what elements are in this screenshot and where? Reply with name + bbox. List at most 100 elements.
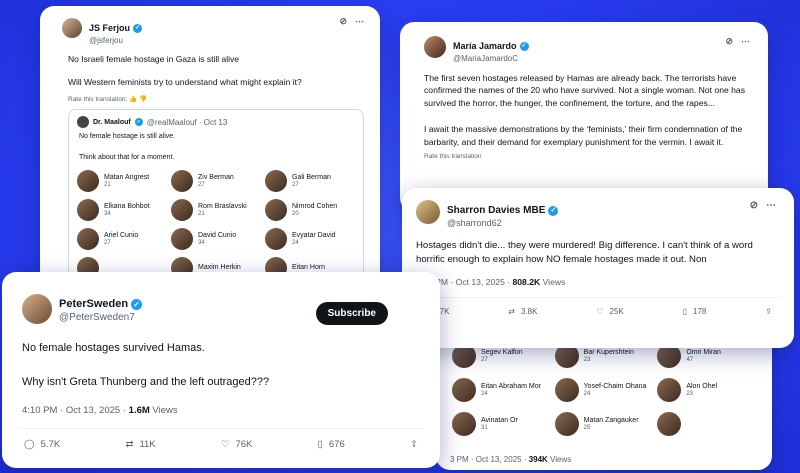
more-icon[interactable]: ⋯: [766, 200, 776, 211]
hostage-name: Maxim Herkin: [198, 263, 241, 271]
hostage-entry: Avinatan Or 31: [452, 412, 555, 436]
hostage-age: 23: [583, 357, 591, 364]
tweet-meta: 4:10 PM · Oct 13, 2025 · 1.6M Views: [2, 391, 440, 416]
hostage-entry: [657, 412, 760, 436]
hostage-name: Evyatar David: [292, 231, 336, 239]
hostage-age: 27: [292, 181, 299, 188]
grok-icon[interactable]: ⊘: [750, 200, 758, 211]
subscribe-button[interactable]: Subscribe: [315, 302, 388, 325]
bookmark-icon: ▯: [317, 439, 323, 451]
hostage-name: Matan Zangauker: [583, 416, 639, 424]
tweet-meta: 3 PM · Oct 13, 2025 · 394K Views: [450, 455, 571, 464]
hostage-name: Rom Braslavski: [198, 202, 247, 210]
hostage-photo: [77, 198, 99, 221]
heart-icon: ♡: [220, 439, 230, 451]
tweet-card-petersweden[interactable]: PeterSweden ✓ @PeterSweden7 Subscribe No …: [2, 272, 440, 468]
hostage-photo: [265, 169, 287, 192]
avatar[interactable]: [62, 18, 82, 38]
tweet-meta: 7:23 PM · Oct 13, 2025 · 808.2K Views: [402, 267, 794, 287]
hostage-photo: [657, 412, 682, 436]
handle[interactable]: @MariaJamardoC: [453, 54, 529, 63]
grok-icon[interactable]: ⊘: [339, 16, 347, 27]
rate-translation[interactable]: Rate this translation: [400, 149, 768, 160]
handle[interactable]: @PeterSweden7: [59, 312, 142, 324]
tweet-top-actions: ⊘ ⋯: [750, 200, 776, 211]
repost-icon: ⇄: [508, 306, 515, 316]
more-icon[interactable]: ⋯: [741, 36, 750, 47]
bookmark-count: 178: [693, 306, 707, 316]
display-name[interactable]: PeterSweden: [59, 298, 128, 311]
rate-translation[interactable]: Rate this translation: 👍 👎: [40, 89, 380, 103]
tweet-card-ferjou[interactable]: JS Ferjou ✓ @jsferjou ⊘ ⋯ No Israeli fema…: [40, 6, 380, 296]
verified-icon: ✓: [548, 205, 559, 216]
hostage-name: Alon Ohel: [686, 382, 718, 390]
tweet-top-actions: ⊘ ⋯: [725, 36, 750, 47]
view-count: 808.2K: [512, 276, 541, 287]
handle[interactable]: @sharrond62: [447, 218, 558, 228]
bookmark-button[interactable]: ▯ 178: [683, 307, 707, 316]
quote-display-name: Dr. Maalouf: [93, 118, 131, 126]
share-button[interactable]: ⇪: [765, 307, 772, 316]
share-icon: ⇪: [765, 306, 772, 316]
like-button[interactable]: ♡ 25K: [596, 307, 623, 316]
hostage-photo: [171, 169, 193, 192]
hostage-name: Yosef-Chaim Ohana: [583, 382, 647, 390]
verified-icon: ✓: [133, 23, 143, 33]
quote-handle: @realMaalouf · Oct 13: [146, 117, 228, 127]
hostage-entry: Ziv Berman 27: [171, 169, 261, 192]
hostage-name: Eitan Horn: [292, 263, 326, 271]
heart-icon: ♡: [596, 306, 604, 316]
hostage-photo: [171, 227, 193, 250]
avatar[interactable]: [424, 36, 446, 58]
repost-button[interactable]: ⇄ 3.8K: [508, 307, 537, 316]
tweet-card-hostage-grid[interactable]: Segev Kalfon 27 Bar Kupershtein 23 Omri Mira…: [436, 330, 772, 470]
hostage-entry: Gali Berman 27: [265, 169, 355, 192]
hostage-age: 24: [583, 391, 591, 398]
more-icon[interactable]: ⋯: [355, 16, 364, 27]
hostage-photo: [171, 198, 193, 221]
hostage-grid: Matan Angrest 21 Ziv Berman 27 Gali Berman 27…: [77, 169, 355, 279]
hostage-entry: Alon Ohel 23: [657, 378, 760, 402]
avatar[interactable]: [22, 294, 52, 324]
like-button[interactable]: ♡ 76K: [221, 439, 252, 450]
share-button[interactable]: ⇪: [410, 439, 418, 450]
like-count: 76K: [235, 439, 253, 451]
quoted-tweet[interactable]: Dr. Maalouf ✓ @realMaalouf · Oct 13 No f…: [68, 109, 364, 288]
display-name[interactable]: Sharron Davies MBE: [447, 205, 545, 217]
tweet-text: The first seven hostages released by Ham…: [424, 72, 746, 148]
tweet-header: Sharron Davies MBE ✓ @sharrond62: [402, 188, 794, 229]
verified-icon: ✓: [134, 118, 143, 127]
tweet-actions: ◯3.7K ⇄3.8K ♡25K ▯178 ⇪: [402, 298, 794, 316]
share-icon: ⇪: [410, 439, 418, 451]
repost-icon: ⇄: [125, 439, 134, 451]
hostage-age: 47: [686, 357, 694, 364]
repost-count: 3.8K: [521, 306, 538, 316]
hostage-entry: Rom Braslavski 21: [171, 198, 261, 221]
hostage-photo: [554, 378, 579, 402]
display-name[interactable]: María Jamardo: [453, 41, 517, 51]
avatar[interactable]: [416, 200, 440, 224]
handle[interactable]: @jsferjou: [89, 36, 142, 45]
bookmark-button[interactable]: ▯ 676: [318, 439, 345, 450]
repost-button[interactable]: ⇄ 11K: [125, 439, 155, 450]
hostage-entry: David Cunio 34: [171, 227, 261, 250]
tweet-top-actions: ⊘ ⋯: [339, 16, 364, 27]
tweet-time: 3 PM · Oct 13, 2025 ·: [450, 455, 529, 464]
hostage-age: 24: [292, 239, 299, 246]
tweet-time: 4:10 PM · Oct 13, 2025 ·: [22, 405, 129, 417]
repost-count: 11K: [139, 439, 156, 451]
tweet-card-davies[interactable]: Sharron Davies MBE ✓ @sharrond62 ⊘ ⋯ Host…: [402, 188, 794, 348]
hostage-photo: [265, 198, 287, 221]
hostage-name: Ariel Cunio: [104, 231, 139, 239]
tweet-text: No female hostages survived Hamas. Why i…: [22, 342, 270, 389]
reply-icon: ◯: [24, 439, 35, 451]
hostage-photo: [452, 378, 476, 402]
views-label: Views: [149, 405, 178, 417]
reply-button[interactable]: ◯ 5.7K: [24, 439, 60, 450]
grok-icon[interactable]: ⊘: [725, 36, 733, 47]
tweet-card-jamardo[interactable]: María Jamardo ✓ @MariaJamardoC ⊘ ⋯ The fi…: [400, 22, 768, 212]
display-name[interactable]: JS Ferjou: [89, 23, 130, 33]
hostage-age: 27: [104, 239, 111, 246]
tweet-actions: ◯ 5.7K ⇄ 11K ♡ 76K ▯ 676 ⇪: [2, 429, 440, 450]
hostage-entry: Nimrod Cohen 20: [265, 198, 355, 221]
